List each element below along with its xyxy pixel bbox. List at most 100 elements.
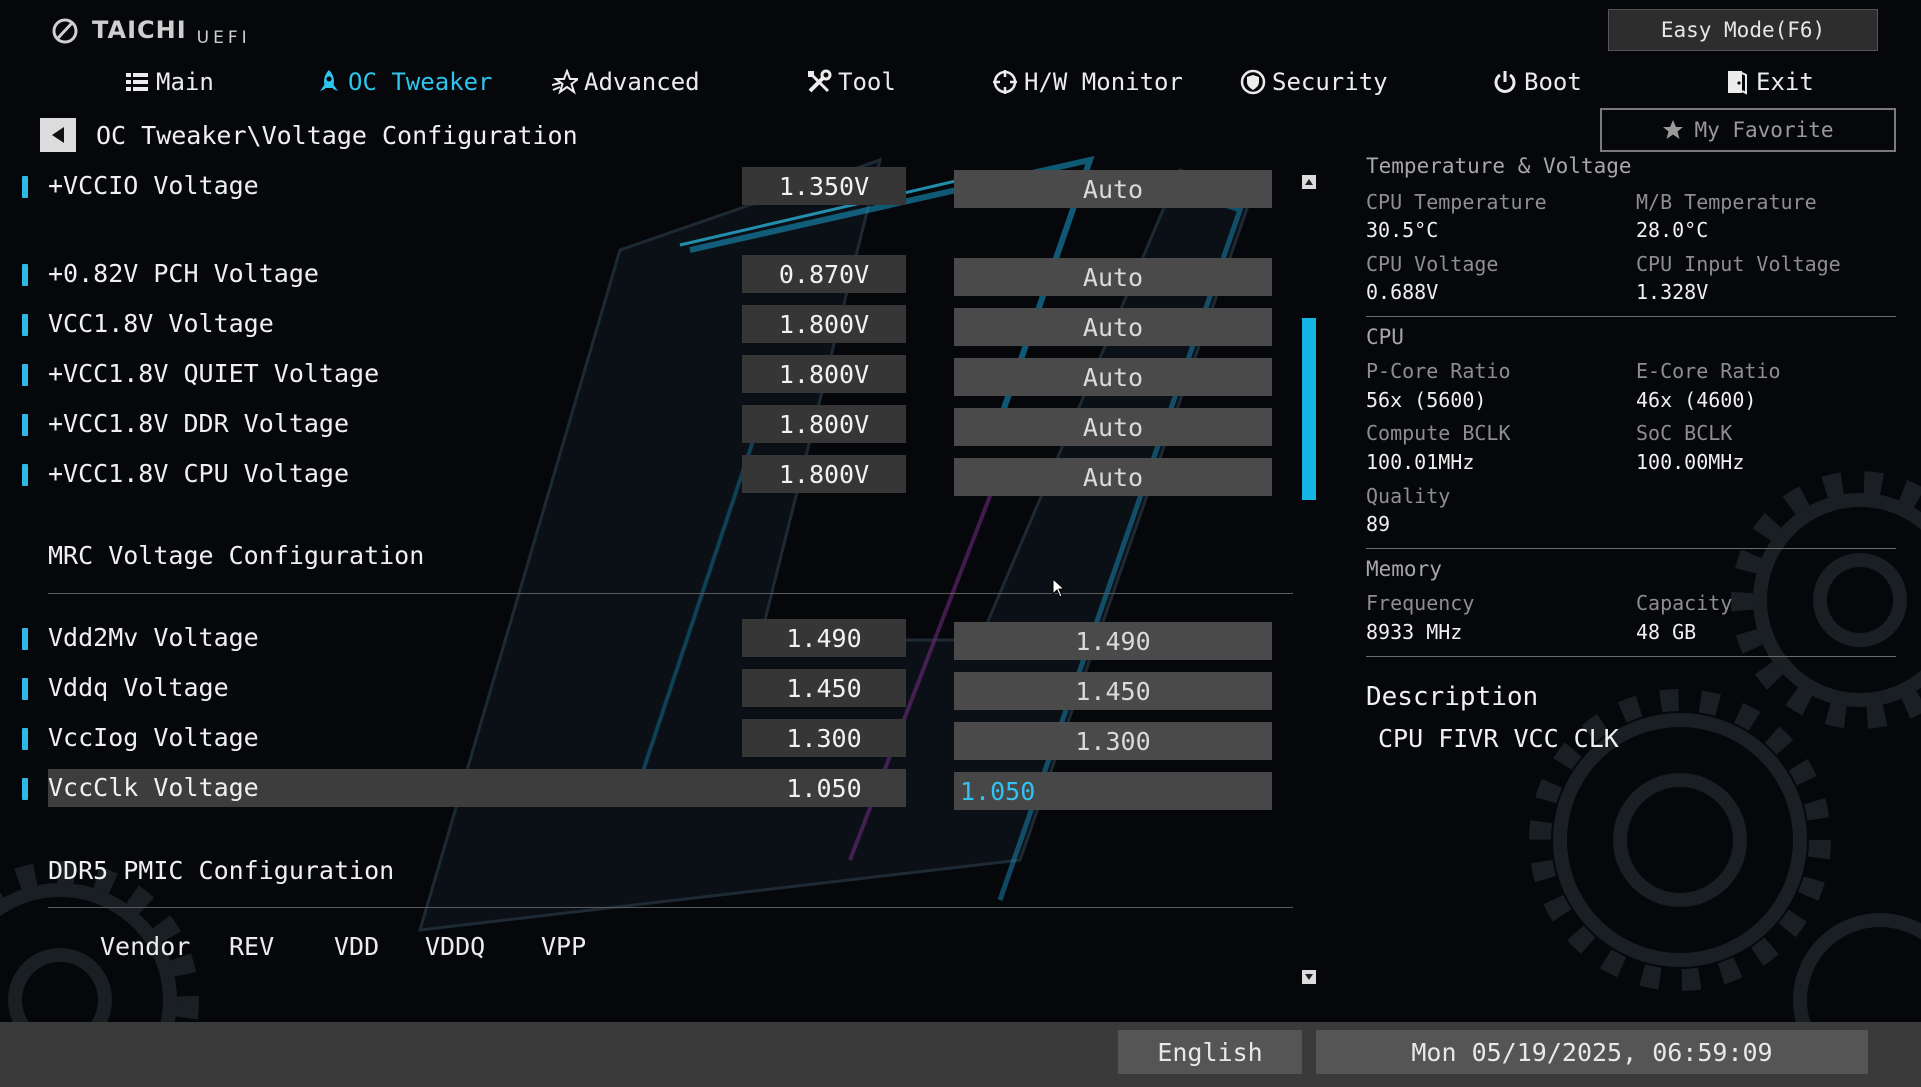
tab-advanced-label: Advanced: [584, 68, 700, 96]
section-mrc-title: MRC Voltage Configuration: [48, 541, 425, 570]
pcore-ratio-label: P-Core Ratio: [1366, 359, 1511, 383]
setting-label: VccIog Voltage: [48, 723, 259, 752]
cpu-input-voltage-value: 1.328V: [1636, 280, 1709, 304]
tab-hw-monitor-label: H/W Monitor: [1024, 68, 1183, 96]
main-nav: Main OC Tweaker Advanced Tool H/W Monito…: [0, 60, 1921, 104]
back-arrow-icon: [52, 127, 64, 143]
tab-advanced[interactable]: Advanced: [552, 60, 700, 104]
setting-current-value: 0.870V: [742, 255, 906, 293]
taichi-logo: TAICHI UEFI: [52, 16, 251, 48]
tab-hw-monitor[interactable]: H/W Monitor: [992, 60, 1183, 104]
cpu-voltage-label: CPU Voltage: [1366, 252, 1499, 276]
pmic-col-rev: REV: [229, 932, 275, 961]
language-button[interactable]: English: [1118, 1030, 1302, 1074]
setting-field[interactable]: 1.450: [954, 672, 1272, 710]
tab-exit[interactable]: Exit: [1724, 60, 1814, 104]
row-marker: [22, 464, 28, 486]
setting-current-value: 1.800V: [742, 455, 906, 493]
panel-divider: [1366, 656, 1896, 657]
pcore-ratio-value: 56x (5600): [1366, 388, 1487, 412]
setting-field[interactable]: Auto: [954, 170, 1272, 208]
setting-label: VCC1.8V Voltage: [48, 309, 274, 338]
tab-tool[interactable]: Tool: [806, 60, 896, 104]
my-favorite-button[interactable]: My Favorite: [1600, 108, 1896, 152]
easy-mode-button[interactable]: Easy Mode(F6): [1608, 9, 1878, 51]
scroll-up-button[interactable]: [1302, 175, 1316, 189]
setting-label: VccClk Voltage: [48, 773, 259, 802]
section-divider: [48, 593, 1293, 594]
cpu-temp-label: CPU Temperature: [1366, 190, 1547, 214]
setting-row-selected[interactable]: VccClk Voltage 1.050 1.050: [0, 769, 1290, 810]
quality-value: 89: [1366, 512, 1391, 536]
tab-security-label: Security: [1272, 68, 1388, 96]
pmic-col-vddq: VDDQ: [425, 932, 486, 961]
back-button[interactable]: [40, 118, 76, 152]
setting-row[interactable]: +VCCIO Voltage 1.350V Auto: [0, 167, 1290, 208]
quality-label: Quality: [1366, 484, 1451, 508]
tab-oc-tweaker[interactable]: OC Tweaker: [316, 60, 493, 104]
soc-bclk-value: 100.00MHz: [1636, 450, 1745, 474]
cpu-voltage-value: 0.688V: [1366, 280, 1439, 304]
setting-field[interactable]: Auto: [954, 258, 1272, 296]
setting-row[interactable]: +0.82V PCH Voltage 0.870V Auto: [0, 255, 1290, 296]
power-icon: [1494, 71, 1516, 93]
setting-field[interactable]: Auto: [954, 408, 1272, 446]
exit-icon: [1728, 71, 1747, 95]
setting-field[interactable]: 1.490: [954, 622, 1272, 660]
tab-main[interactable]: Main: [124, 60, 214, 104]
mem-capacity-value: 48 GB: [1636, 620, 1697, 644]
mb-temp-label: M/B Temperature: [1636, 190, 1817, 214]
panel-divider: [1366, 548, 1896, 549]
row-marker: [22, 176, 28, 198]
breadcrumb-path: OC Tweaker\Voltage Configuration: [96, 120, 578, 150]
row-marker: [22, 414, 28, 436]
list-icon: [126, 73, 148, 91]
setting-field-active[interactable]: 1.050: [954, 772, 1272, 810]
setting-label: +VCC1.8V CPU Voltage: [48, 459, 350, 488]
setting-label: +VCC1.8V QUIET Voltage: [48, 359, 380, 388]
star-icon: [552, 69, 578, 95]
tab-security[interactable]: Security: [1240, 60, 1388, 104]
panel-cpu-title: CPU: [1366, 325, 1404, 349]
setting-field[interactable]: Auto: [954, 308, 1272, 346]
panel-divider: [1366, 316, 1896, 317]
setting-row[interactable]: VccIog Voltage 1.300 1.300: [0, 719, 1290, 760]
cpu-input-voltage-label: CPU Input Voltage: [1636, 252, 1841, 276]
setting-field[interactable]: 1.300: [954, 722, 1272, 760]
setting-row[interactable]: Vddq Voltage 1.450 1.450: [0, 669, 1290, 710]
setting-row[interactable]: +VCC1.8V DDR Voltage 1.800V Auto: [0, 405, 1290, 446]
brand-name: TAICHI: [92, 16, 187, 44]
uefi-label: UEFI: [196, 28, 251, 48]
mem-capacity-label: Capacity: [1636, 591, 1733, 615]
section-ddr5-title: DDR5 PMIC Configuration: [48, 856, 395, 885]
row-marker: [22, 628, 28, 650]
soc-bclk-label: SoC BCLK: [1636, 421, 1733, 445]
tab-main-label: Main: [156, 68, 214, 96]
setting-current-value: 1.800V: [742, 355, 906, 393]
tab-boot[interactable]: Boot: [1492, 60, 1582, 104]
pmic-col-vdd: VDD: [334, 932, 380, 961]
description-title: Description: [1366, 682, 1539, 712]
setting-current-value: 1.300: [742, 719, 906, 757]
mb-temp-value: 28.0°C: [1636, 218, 1709, 242]
tools-icon: [808, 69, 832, 93]
ecore-ratio-label: E-Core Ratio: [1636, 359, 1781, 383]
row-marker: [22, 314, 28, 336]
setting-field[interactable]: Auto: [954, 358, 1272, 396]
setting-current-value: 1.490: [742, 619, 906, 657]
arrow-up-icon: [1305, 179, 1313, 185]
datetime-display: Mon 05/19/2025, 06:59:09: [1316, 1030, 1868, 1074]
pmic-col-vendor: Vendor: [100, 932, 191, 961]
scrollbar-thumb[interactable]: [1302, 318, 1316, 500]
setting-row[interactable]: Vdd2Mv Voltage 1.490 1.490: [0, 619, 1290, 660]
tab-tool-label: Tool: [838, 68, 896, 96]
setting-row[interactable]: +VCC1.8V QUIET Voltage 1.800V Auto: [0, 355, 1290, 396]
setting-current-value: 1.050: [786, 773, 862, 803]
mem-frequency-label: Frequency: [1366, 591, 1475, 615]
setting-row[interactable]: VCC1.8V Voltage 1.800V Auto: [0, 305, 1290, 346]
setting-field[interactable]: Auto: [954, 458, 1272, 496]
scroll-down-button[interactable]: [1302, 970, 1316, 984]
setting-row[interactable]: +VCC1.8V CPU Voltage 1.800V Auto: [0, 455, 1290, 496]
my-favorite-label: My Favorite: [1694, 118, 1834, 142]
setting-current-value: 1.800V: [742, 305, 906, 343]
